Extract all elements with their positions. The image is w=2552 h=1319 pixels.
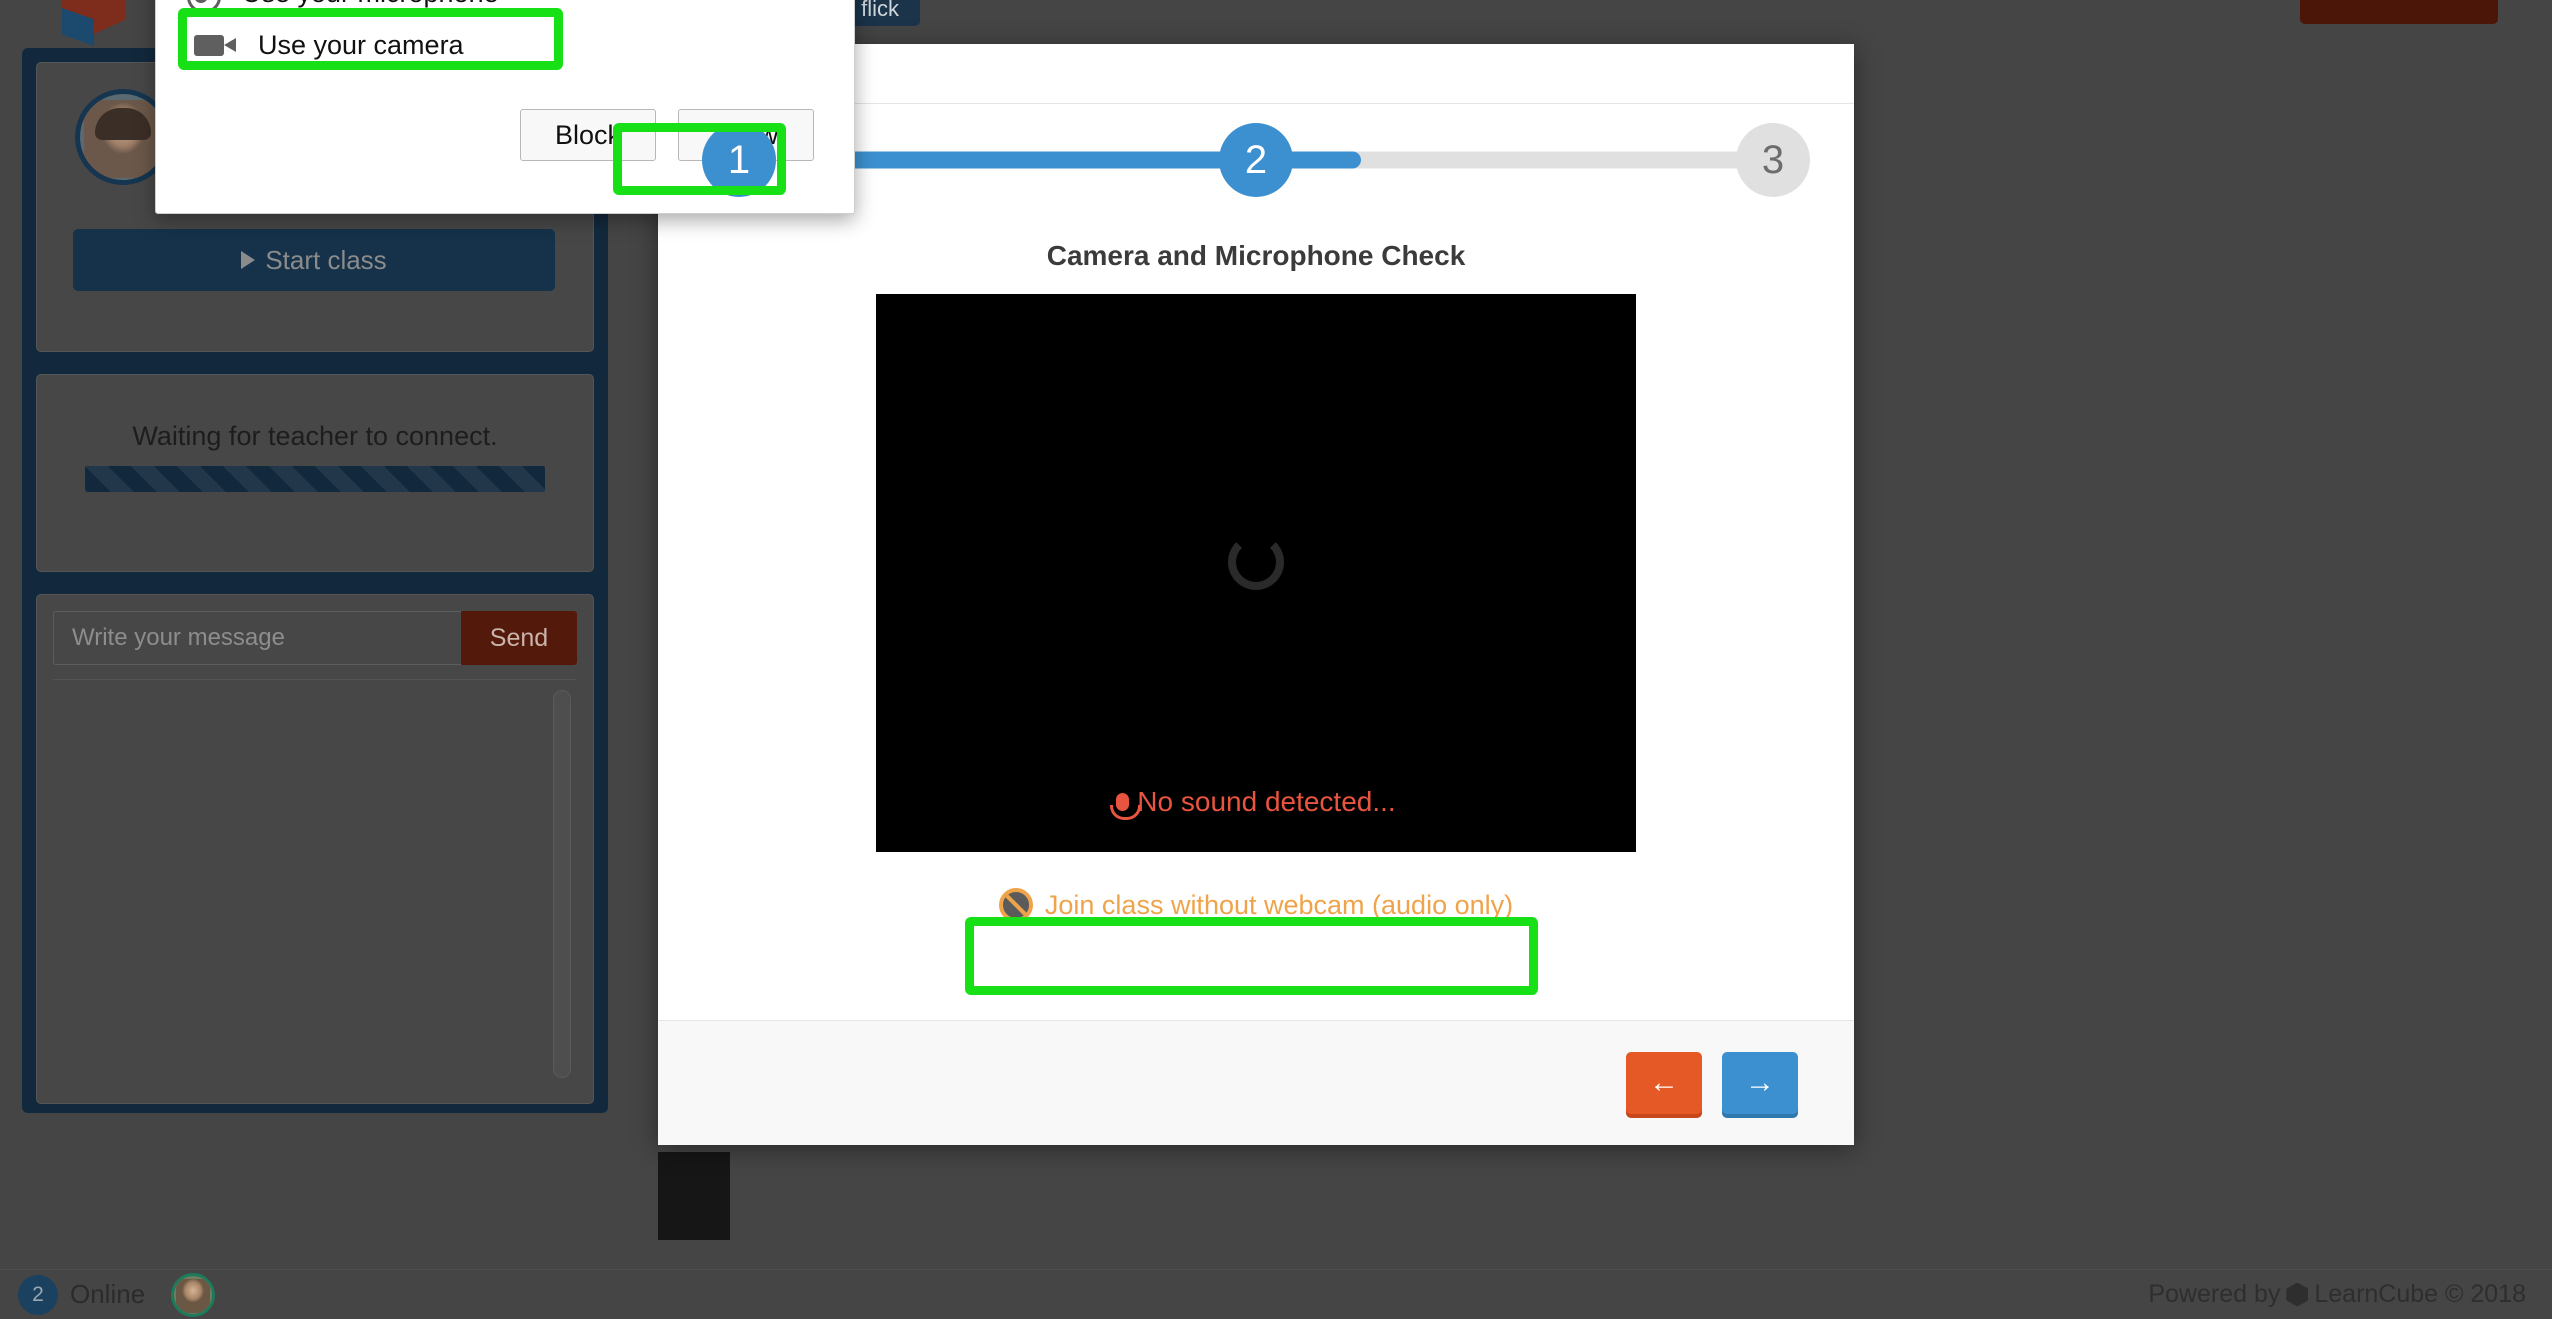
microphone-icon <box>187 0 221 13</box>
online-label: Online <box>70 1279 146 1309</box>
join-audio-only-label: Join class without webcam (audio only) <box>1044 889 1514 920</box>
wizard-step-3[interactable]: 3 <box>1736 123 1810 197</box>
footer-credit: Powered by LearnCube © 2018 <box>2148 1280 2526 1309</box>
learncube-cube-icon <box>2286 1282 2309 1307</box>
online-group: 2 Online <box>18 1272 216 1317</box>
chat-message-input[interactable] <box>53 611 461 665</box>
modal-footer: ← → <box>658 1020 1854 1145</box>
loading-spinner-icon <box>1228 533 1284 590</box>
microphone-icon <box>1110 793 1142 820</box>
permission-block-button[interactable]: Block <box>520 109 656 161</box>
app-root: ve & flick Start class Waiting for teach… <box>0 0 2552 1319</box>
toolbar-red-button[interactable] <box>2300 0 2498 24</box>
student-avatar[interactable] <box>171 1272 216 1317</box>
permission-item-microphone[interactable]: Use your microphone <box>182 0 828 19</box>
camera-icon <box>194 34 236 56</box>
learncube-logo-icon <box>62 0 148 50</box>
chat-panel: Send <box>36 594 594 1104</box>
online-count-badge: 2 <box>18 1274 58 1315</box>
sound-status-label: No sound detected... <box>1137 786 1396 817</box>
footer-credit-prefix: Powered by <box>2148 1280 2281 1308</box>
audio-only-row: Join class without webcam (audio only) <box>688 882 1824 928</box>
wizard-step-2[interactable]: 2 <box>1219 123 1293 197</box>
waiting-panel: Waiting for teacher to connect. <box>36 374 594 572</box>
chat-message-log <box>53 679 577 1087</box>
start-class-label: Start class <box>265 244 387 275</box>
waiting-status-text: Waiting for teacher to connect. <box>132 421 498 451</box>
wizard-stepper: 1 2 3 <box>688 104 1824 216</box>
permission-microphone-label: Use your microphone <box>242 0 499 9</box>
chat-scrollbar[interactable] <box>553 690 571 1078</box>
join-audio-only-link[interactable]: Join class without webcam (audio only) <box>988 882 1524 928</box>
permission-item-camera[interactable]: Use your camera <box>182 19 828 71</box>
chat-send-button[interactable]: Send <box>461 611 577 665</box>
video-thumbnail-tile <box>658 1152 730 1240</box>
footer-credit-brand: LearnCube © 2018 <box>2314 1280 2526 1308</box>
status-bar: 2 Online Powered by LearnCube © 2018 <box>0 1269 2552 1319</box>
modal-body: 1 2 3 Camera and Microphone Check No sou… <box>658 104 1854 928</box>
start-class-button[interactable]: Start class <box>73 229 555 291</box>
wizard-next-button[interactable]: → <box>1722 1052 1798 1114</box>
page-title: Camera and Microphone Check <box>1046 240 1466 271</box>
permission-camera-label: Use your camera <box>258 29 464 60</box>
play-icon <box>241 251 256 269</box>
wizard-step-1[interactable]: 1 <box>702 123 776 197</box>
camera-preview: No sound detected... <box>876 294 1636 852</box>
chat-input-row: Send <box>53 611 577 665</box>
waiting-progress-bar <box>85 466 545 492</box>
no-webcam-icon <box>998 888 1033 922</box>
wizard-back-button[interactable]: ← <box>1626 1052 1702 1114</box>
sound-status: No sound detected... <box>876 786 1636 820</box>
